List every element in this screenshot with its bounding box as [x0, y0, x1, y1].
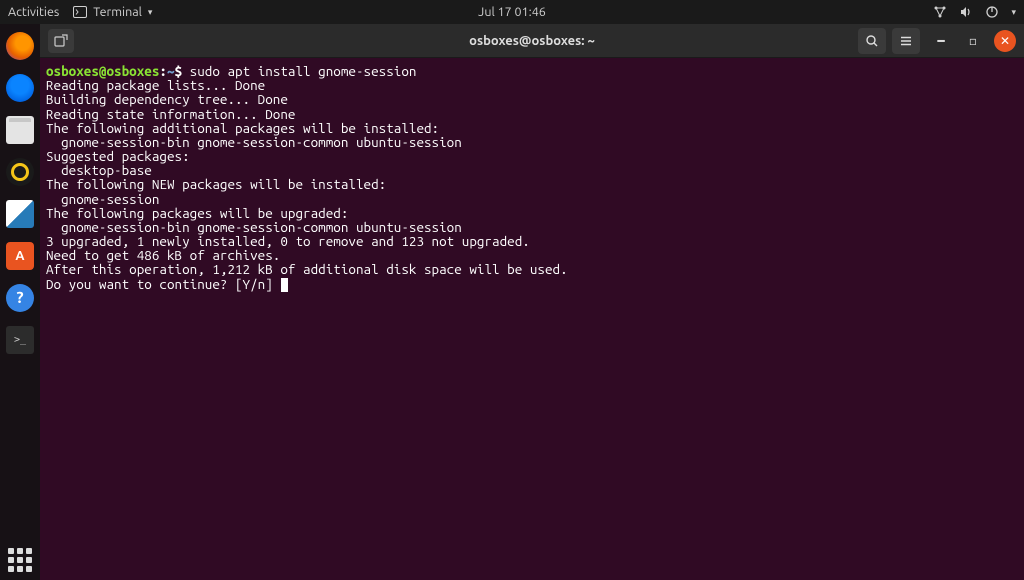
- chevron-down-icon[interactable]: ▾: [1011, 7, 1016, 18]
- dock-rhythmbox[interactable]: [6, 158, 34, 186]
- clock[interactable]: Jul 17 01:46: [478, 5, 546, 19]
- close-button[interactable]: ✕: [994, 30, 1016, 52]
- dock-libreoffice-writer[interactable]: [6, 200, 34, 228]
- maximize-button[interactable]: ▫: [962, 30, 984, 52]
- activities-button[interactable]: Activities: [8, 5, 59, 19]
- hamburger-menu-button[interactable]: [892, 28, 920, 54]
- show-applications-button[interactable]: [8, 548, 32, 572]
- terminal-body[interactable]: osboxes@osboxes:~$ sudo apt install gnom…: [40, 58, 1024, 580]
- top-panel: Activities Terminal ▾ Jul 17 01:46 ▾: [0, 0, 1024, 24]
- dock: ?: [0, 24, 40, 580]
- power-icon[interactable]: [985, 5, 999, 19]
- network-icon[interactable]: [933, 5, 947, 19]
- dock-ubuntu-software[interactable]: [6, 242, 34, 270]
- window-titlebar: osboxes@osboxes: ~ ━ ▫ ✕: [40, 24, 1024, 58]
- app-menu-label: Terminal: [93, 5, 142, 19]
- dock-firefox[interactable]: [6, 32, 34, 60]
- new-tab-button[interactable]: [48, 29, 74, 53]
- chevron-down-icon: ▾: [148, 7, 153, 18]
- window-title: osboxes@osboxes: ~: [469, 34, 595, 48]
- app-menu[interactable]: Terminal ▾: [73, 5, 152, 19]
- volume-icon[interactable]: [959, 5, 973, 19]
- dock-terminal[interactable]: [6, 326, 34, 354]
- terminal-window: osboxes@osboxes: ~ ━ ▫ ✕ osboxes@osboxes…: [40, 24, 1024, 580]
- dock-help[interactable]: ?: [6, 284, 34, 312]
- terminal-menu-icon: [73, 6, 87, 18]
- dock-files[interactable]: [6, 116, 34, 144]
- search-button[interactable]: [858, 28, 886, 54]
- minimize-button[interactable]: ━: [930, 30, 952, 52]
- dock-thunderbird[interactable]: [6, 74, 34, 102]
